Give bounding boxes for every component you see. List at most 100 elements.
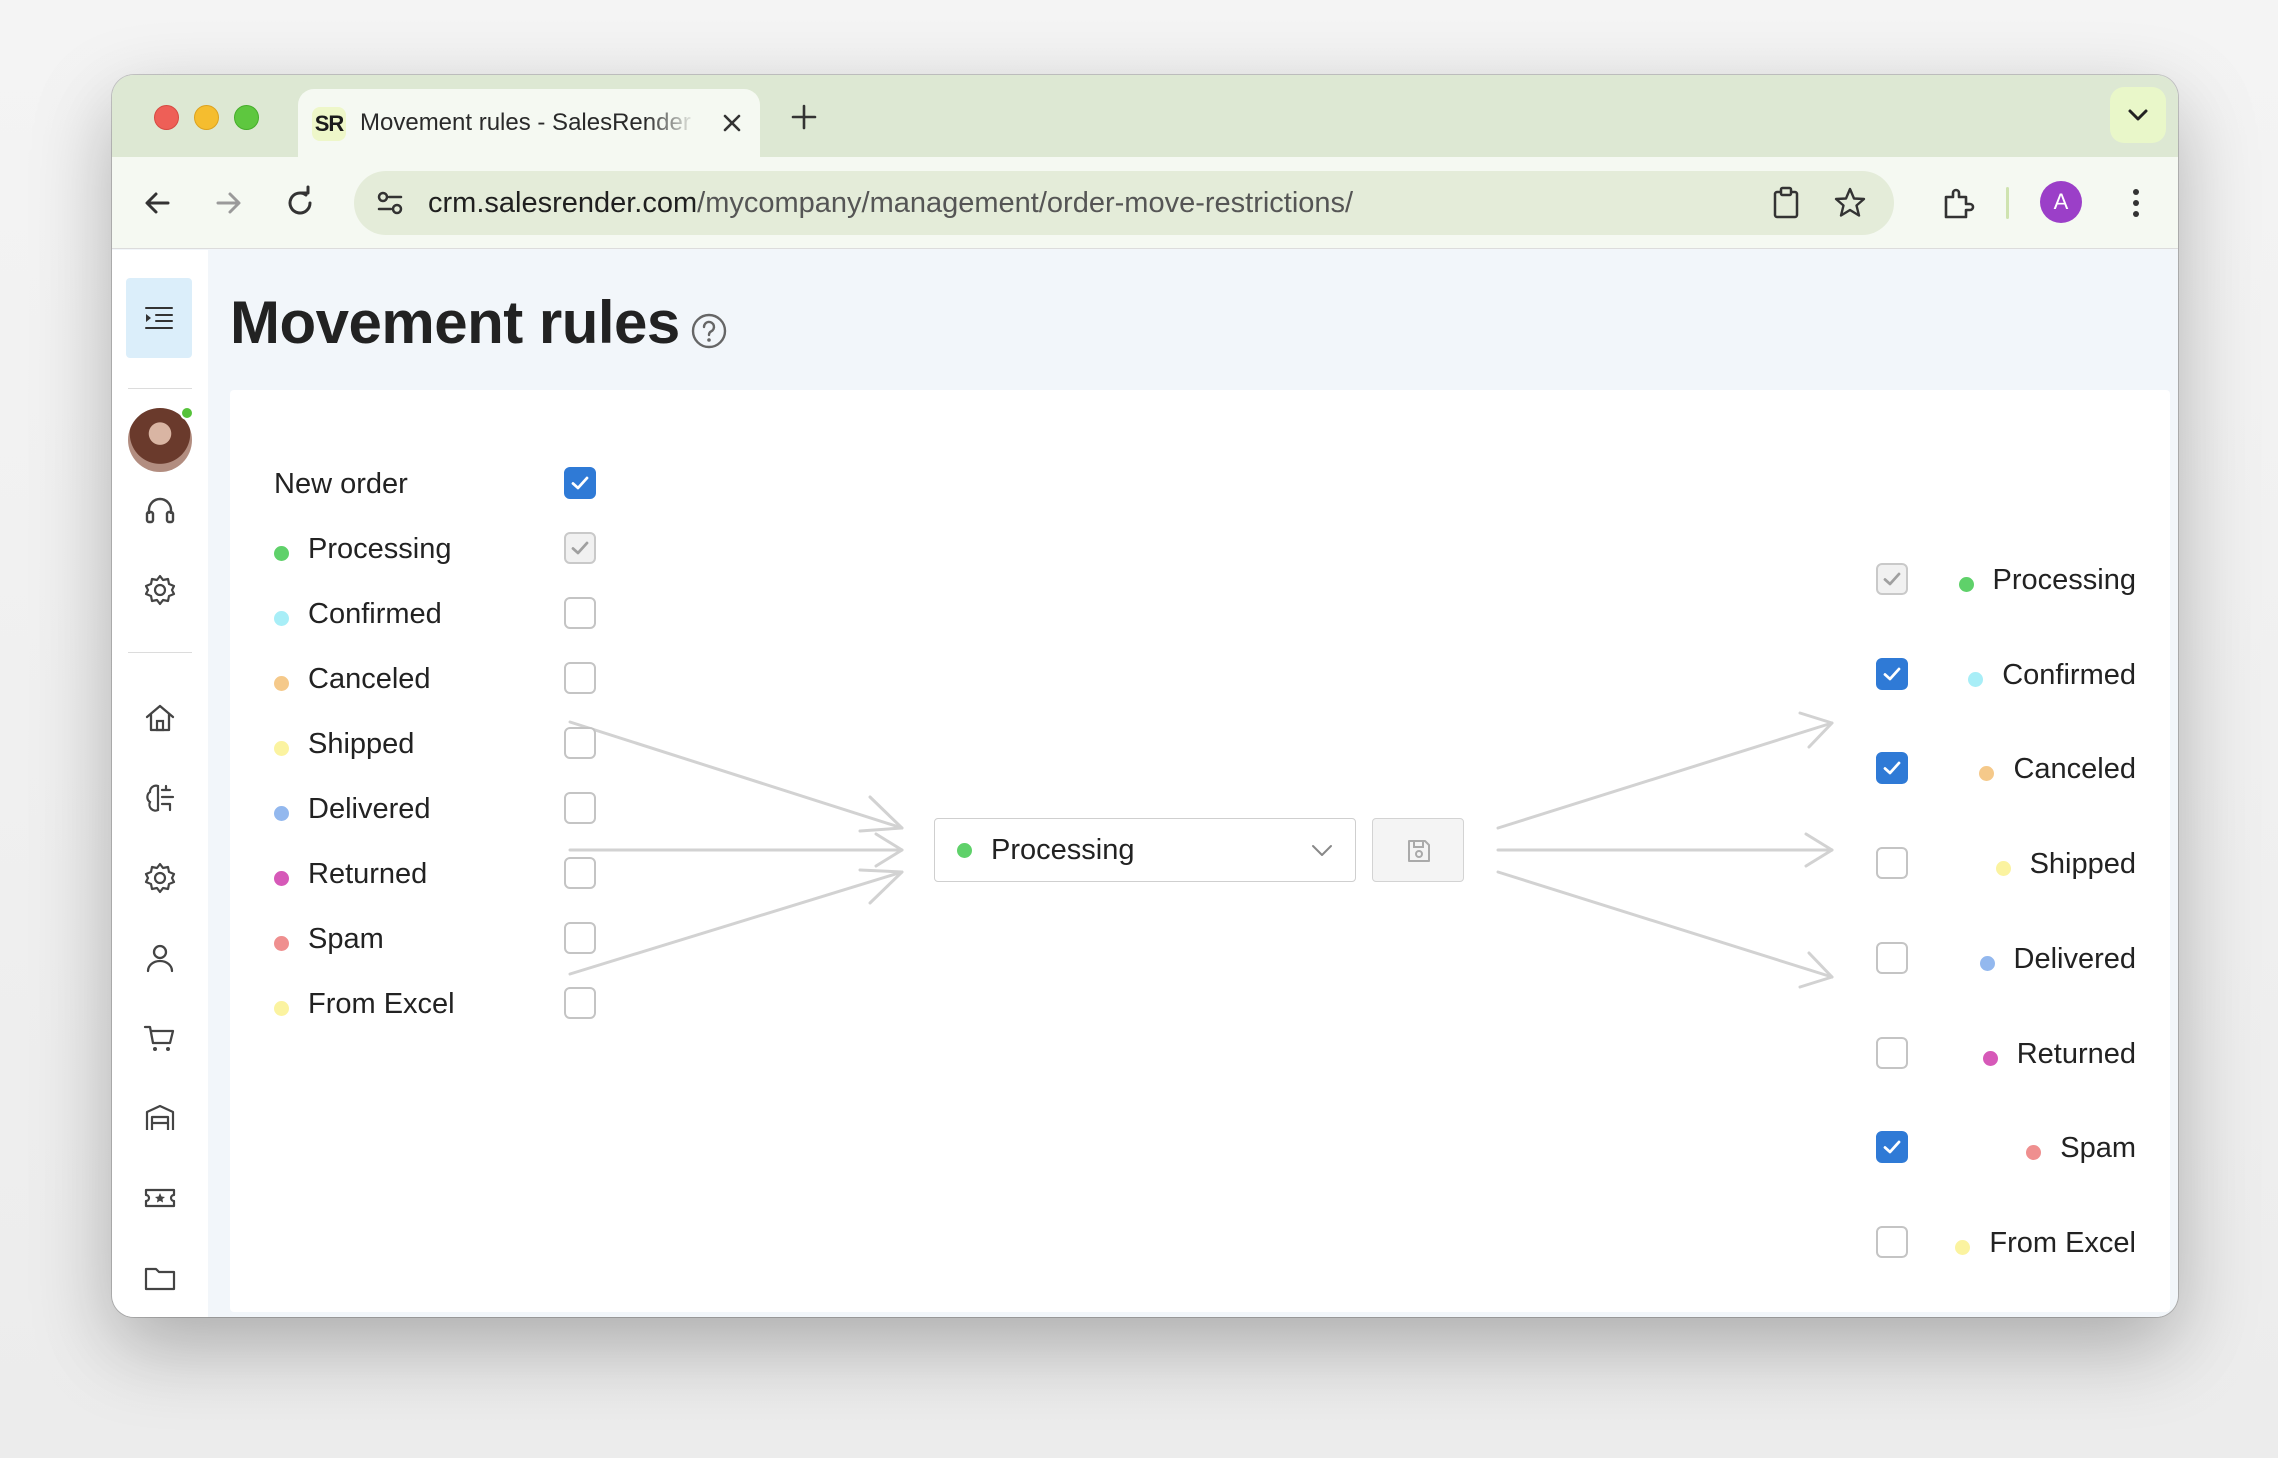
menu-indent-icon (145, 307, 173, 329)
gear-icon[interactable] (142, 860, 178, 896)
from-status-label: Delivered (308, 793, 431, 825)
gear-icon[interactable] (142, 572, 178, 608)
close-tab-icon[interactable] (716, 107, 748, 139)
checkmark-icon (571, 476, 589, 490)
rules-card: New order Processing Confirmed Canceled Ship… (230, 390, 2170, 1312)
main-content: Movement rules New order Processing Confir… (208, 250, 2178, 1317)
extensions-icon[interactable] (1938, 183, 1978, 223)
checkmark-icon (1883, 667, 1901, 681)
cart-icon[interactable] (142, 1020, 178, 1056)
sidebar-toggle-button[interactable] (126, 278, 192, 358)
site-settings-icon[interactable] (372, 185, 408, 221)
status-color-dot (274, 936, 289, 951)
chevron-down-icon (1312, 845, 1332, 856)
status-checkbox[interactable] (564, 597, 596, 629)
status-color-dot (957, 843, 972, 858)
status-color-dot (1979, 766, 1995, 782)
status-color-dot (1958, 577, 1974, 592)
checkmark-icon (1883, 1140, 1901, 1154)
warehouse-icon[interactable] (142, 1100, 178, 1136)
online-status-badge (180, 406, 194, 420)
folder-icon[interactable] (142, 1260, 178, 1296)
browser-window: SR Movement rules - SalesRender crm.sale… (112, 75, 2178, 1317)
user-icon[interactable] (142, 940, 178, 976)
status-color-dot (274, 676, 289, 691)
status-checkbox[interactable] (1876, 1131, 1908, 1164)
status-color-dot (274, 1001, 289, 1016)
status-checkbox[interactable] (564, 857, 596, 889)
status-checkbox[interactable] (1876, 752, 1908, 785)
browser-tab-active[interactable]: SR Movement rules - SalesRender (298, 89, 760, 157)
from-status-label: Canceled (308, 663, 431, 695)
status-color-dot (274, 546, 289, 561)
url-text: crm.salesrender.com/mycompany/management… (428, 187, 1354, 219)
status-checkbox[interactable] (1876, 1036, 1908, 1069)
status-color-dot (274, 611, 289, 626)
status-checkbox[interactable] (1876, 657, 1908, 690)
to-status-label: Shipped (2029, 848, 2136, 881)
status-checkbox[interactable] (564, 467, 596, 499)
toolbar-separator (2006, 187, 2009, 219)
to-status-label: Returned (2016, 1037, 2136, 1070)
status-checkbox[interactable] (564, 922, 596, 954)
status-select-value: Processing (991, 834, 1135, 866)
from-status-label: Processing (308, 533, 452, 565)
bookmark-star-icon[interactable] (1832, 185, 1868, 221)
tab-search-button[interactable] (2110, 87, 2166, 143)
checkmark-icon (571, 541, 589, 555)
status-checkbox (1876, 563, 1908, 595)
from-status-label: Spam (308, 923, 384, 955)
status-checkbox[interactable] (564, 662, 596, 694)
from-status-label: From Excel (308, 988, 455, 1020)
to-status-label: From Excel (1989, 1226, 2136, 1259)
maximize-window-button[interactable] (234, 105, 259, 130)
profile-avatar[interactable]: A (2040, 181, 2082, 223)
minimize-window-button[interactable] (194, 105, 219, 130)
ticket-icon[interactable] (142, 1180, 178, 1216)
home-icon[interactable] (142, 700, 178, 736)
save-button[interactable] (1372, 818, 1464, 882)
more-menu-icon[interactable] (2116, 183, 2156, 223)
status-checkbox[interactable] (1876, 1225, 1908, 1258)
chevron-down-icon (2128, 109, 2148, 121)
to-status-label: Spam (2060, 1132, 2136, 1165)
status-select[interactable]: Processing (934, 818, 1356, 882)
to-status-label: Confirmed (2002, 658, 2136, 691)
address-bar[interactable]: crm.salesrender.com/mycompany/management… (354, 171, 1894, 235)
to-status-label: Processing (1992, 564, 2136, 596)
close-window-button[interactable] (154, 105, 179, 130)
favicon: SR (312, 107, 346, 141)
headset-icon[interactable] (142, 492, 178, 528)
reload-icon[interactable] (280, 183, 320, 223)
new-tab-icon[interactable] (788, 101, 820, 133)
to-status-label: Delivered (2013, 942, 2137, 975)
checkmark-icon (1883, 761, 1901, 775)
app-sidebar (112, 250, 208, 1317)
from-status-label: Returned (308, 858, 428, 890)
back-arrow-icon[interactable] (138, 183, 178, 223)
save-icon (1408, 840, 1430, 862)
status-color-dot (1968, 671, 1984, 687)
status-color-dot (1982, 1050, 1998, 1066)
status-color-dot (2026, 1145, 2042, 1161)
status-color-dot (1979, 955, 1995, 971)
help-icon[interactable] (690, 312, 728, 350)
status-checkbox[interactable] (564, 727, 596, 759)
status-color-dot (274, 806, 289, 821)
sidebar-divider (128, 652, 192, 653)
clipboard-icon[interactable] (1768, 185, 1804, 221)
status-checkbox[interactable] (564, 987, 596, 1019)
status-checkbox (564, 532, 596, 564)
status-color-dot (274, 871, 289, 886)
status-color-dot (274, 741, 289, 756)
from-status-label: Confirmed (308, 598, 442, 630)
forward-arrow-icon[interactable] (208, 183, 248, 223)
status-checkbox[interactable] (1876, 941, 1908, 974)
status-checkbox[interactable] (1876, 847, 1908, 880)
brain-icon[interactable] (142, 780, 178, 816)
to-status-label: Canceled (2013, 753, 2136, 786)
page-title: Movement rules (230, 289, 680, 356)
status-color-dot (1995, 861, 2011, 877)
status-checkbox[interactable] (564, 792, 596, 824)
browser-toolbar: crm.salesrender.com/mycompany/management… (112, 157, 2178, 249)
